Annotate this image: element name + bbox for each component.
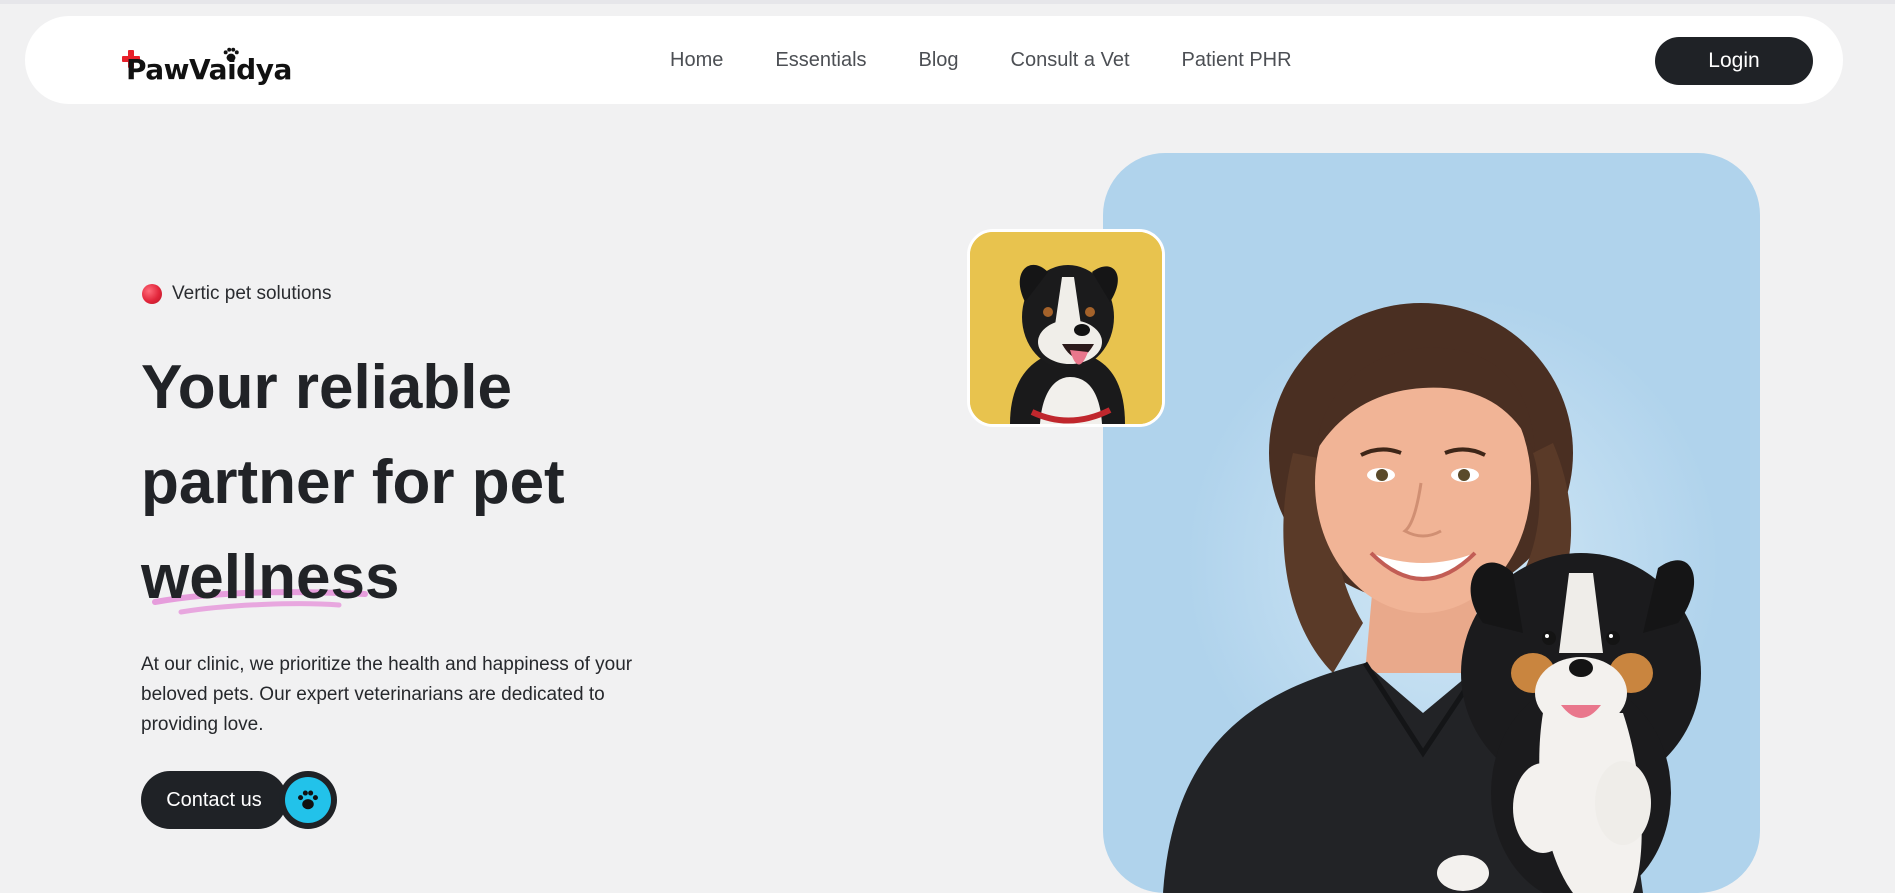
headline-word-wellness: wellness [141, 543, 400, 612]
paw-icon [298, 790, 318, 810]
headline-highlight: wellness [141, 530, 399, 625]
logo[interactable]: PawVaidya [122, 47, 292, 92]
paw-icon [223, 47, 239, 62]
paw-badge [285, 777, 331, 823]
main-nav: Home Essentials Blog Consult a Vet Patie… [670, 44, 1292, 76]
headline-line-3: wellness [141, 530, 741, 625]
dog-thumbnail-photo [967, 229, 1165, 427]
headline-line-2: partner for pet [141, 448, 565, 517]
contact-cta: Contact us [141, 771, 351, 829]
hero-description: At our clinic, we prioritize the health … [141, 654, 633, 735]
nav-link-essentials[interactable]: Essentials [775, 49, 866, 72]
headline-line-1: Your reliable [141, 353, 512, 422]
top-border [0, 0, 1895, 4]
tagline-text: Vertic pet solutions [172, 283, 332, 304]
nav-link-home[interactable]: Home [670, 49, 723, 72]
nav-link-consult-a-vet[interactable]: Consult a Vet [1011, 49, 1130, 72]
border-collie-image [970, 232, 1162, 424]
hero-image-card [1103, 153, 1760, 893]
nav-link-blog[interactable]: Blog [919, 49, 959, 72]
hero-headline: Your reliable partner for pet wellness [141, 340, 741, 625]
login-button[interactable]: Login [1655, 37, 1813, 85]
logo-text: PawVaidya [126, 53, 292, 86]
contact-paw-button[interactable] [279, 771, 337, 829]
navbar: PawVaidya Home Essentials Blog Consult a… [25, 16, 1843, 104]
woman-with-puppy-photo [1163, 303, 1701, 893]
nav-link-patient-phr[interactable]: Patient PHR [1182, 49, 1292, 72]
contact-us-button[interactable]: Contact us [141, 771, 287, 829]
red-dot-icon [142, 284, 162, 304]
tagline: Vertic pet solutions [142, 282, 331, 306]
